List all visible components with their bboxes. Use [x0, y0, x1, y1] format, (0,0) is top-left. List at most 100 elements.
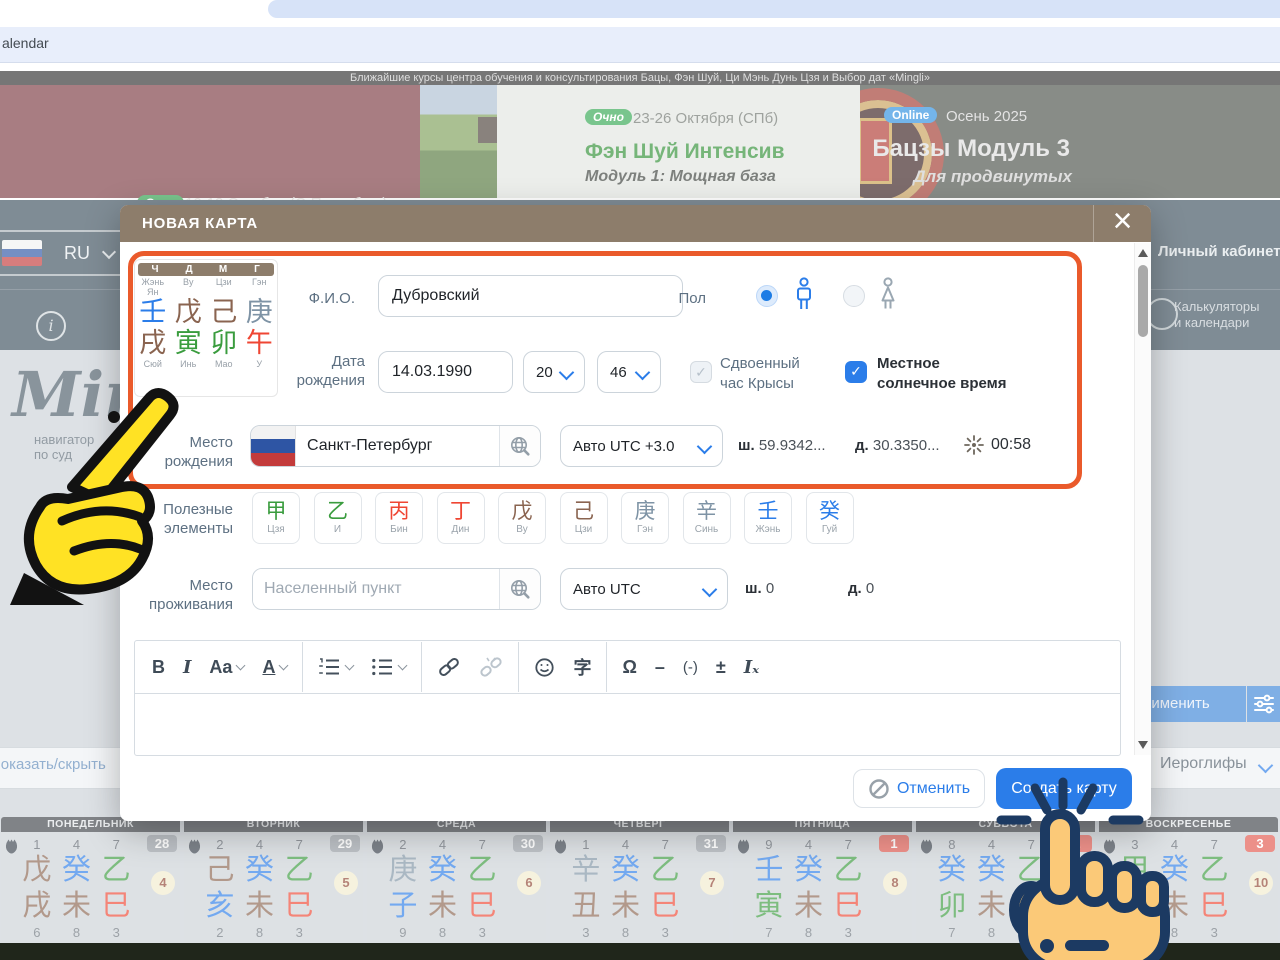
gender-male-radio[interactable] — [756, 285, 778, 307]
stem-name: Ву — [516, 524, 528, 536]
residence-city-input[interactable] — [253, 569, 499, 609]
toolbar-separator — [421, 642, 422, 692]
birth-city-input[interactable] — [296, 426, 499, 466]
rat-hour-checkbox[interactable]: ✓ — [690, 361, 712, 383]
toolbar-glyph: (-) — [683, 659, 698, 676]
bazi-period-letter: Д — [172, 263, 206, 276]
globe-search-icon[interactable] — [499, 569, 540, 609]
birth-hour-select[interactable]: 20 — [523, 351, 585, 393]
close-icon[interactable]: × — [1093, 205, 1151, 242]
chevron-down-icon — [702, 581, 718, 597]
notes-editor[interactable]: BI Aa A 字 Ω– (-) ± Iₓ — [134, 640, 1121, 756]
stem-name: Синь — [695, 524, 719, 536]
cancel-icon — [868, 778, 890, 800]
birth-tz-select[interactable]: Авто UTC +3.0 — [560, 425, 723, 467]
stem-name: Бин — [390, 524, 408, 536]
stem-char: 甲 — [266, 500, 287, 524]
stem-name: Цзя — [267, 524, 284, 536]
scroll-thumb[interactable] — [1138, 265, 1148, 337]
toolbar-glyph: – — [655, 657, 665, 678]
useful-element-button[interactable]: 癸Гуй — [806, 492, 854, 544]
residence-field[interactable] — [252, 568, 541, 610]
gender-female-radio[interactable] — [843, 285, 865, 307]
editor-content[interactable] — [135, 694, 1120, 756]
chevron-down-icon — [345, 660, 355, 670]
useful-element-button[interactable]: 己Цзи — [560, 492, 608, 544]
chevron-down-icon — [559, 364, 575, 380]
scroll-down-arrow[interactable] — [1138, 741, 1148, 749]
editor-bullet-list-button[interactable] — [362, 650, 415, 684]
branch-char: 戌 — [135, 328, 171, 359]
gender-label: Пол — [660, 289, 706, 308]
useful-element-button[interactable]: 戊Ву — [498, 492, 546, 544]
modal-header: НОВАЯ КАРТА × — [120, 205, 1151, 242]
solar-time-checkbox[interactable]: ✓ — [845, 361, 867, 383]
stem-char: 壬 — [135, 297, 171, 328]
editor-unlink-button[interactable] — [470, 650, 512, 684]
toolbar-separator — [606, 642, 607, 692]
editor-clear-format-button[interactable]: Iₓ — [735, 650, 768, 684]
bazi-pillar: Ву戊寅Инь — [171, 277, 207, 379]
useful-element-button[interactable]: 甲Цзя — [252, 492, 300, 544]
stem-char: 丁 — [450, 500, 471, 524]
fio-label: Ф.И.О. — [260, 289, 355, 308]
stem-name: Гэн — [637, 524, 653, 536]
bazi-period-headers: ЧДМГ — [138, 263, 274, 276]
editor-font-size-button[interactable]: Aa — [200, 650, 253, 684]
toolbar-glyph: A — [262, 657, 275, 678]
branch-name-label: Мао — [206, 359, 242, 379]
toolbar-glyph: 字 — [573, 654, 591, 680]
bazi-pillars: ЖэньЯн壬戌СюйВу戊寅ИньЦзи己卯МаоГэн庚午У — [135, 277, 277, 379]
editor-dash-button[interactable]: – — [646, 650, 674, 684]
stem-char: 己 — [573, 500, 594, 524]
male-icon — [792, 277, 816, 313]
toolbar-glyph: ± — [716, 657, 726, 678]
click-hand-graphic — [935, 768, 1205, 960]
editor-italic-button[interactable]: I — [174, 650, 200, 684]
editor-cjk-insert-button[interactable]: 字 — [564, 650, 600, 684]
toolbar-glyph: Ω — [622, 657, 636, 678]
toolbar-glyph: I — [183, 657, 191, 678]
useful-element-button[interactable]: 辛Синь — [683, 492, 731, 544]
stem-char: 丙 — [389, 500, 410, 524]
birth-date-input[interactable] — [379, 352, 512, 392]
chevron-down-icon — [236, 660, 246, 670]
useful-element-button[interactable]: 乙И — [314, 492, 362, 544]
chevron-down-icon — [279, 660, 289, 670]
fio-field[interactable] — [378, 275, 683, 317]
residence-tz-select[interactable]: Авто UTC — [560, 568, 728, 610]
birth-place-field[interactable] — [250, 425, 541, 467]
fio-input[interactable] — [379, 276, 682, 316]
editor-plus-minus-button[interactable]: ± — [707, 650, 735, 684]
screen: alendar Ближайшие курсы центра обучения … — [0, 0, 1280, 960]
stem-name-label: Ву — [171, 277, 207, 297]
bazi-pillar: Цзи己卯Мао — [206, 277, 242, 379]
scroll-up-arrow[interactable] — [1138, 249, 1148, 257]
editor-paren-dash-button[interactable]: (-) — [674, 650, 707, 684]
new-chart-modal: НОВАЯ КАРТА × ЧДМГЖэньЯн壬戌СюйВу戊寅ИньЦзи己… — [120, 205, 1151, 821]
toolbar-glyph: B — [152, 657, 165, 678]
editor-ordered-list-button[interactable] — [309, 650, 362, 684]
toolbar-separator — [518, 642, 519, 692]
toolbar-glyph: Iₓ — [744, 657, 759, 678]
editor-bold-button[interactable]: B — [143, 650, 174, 684]
useful-element-button[interactable]: 壬Жэнь — [744, 492, 792, 544]
globe-search-icon[interactable] — [499, 426, 540, 466]
birth-minute-select[interactable]: 46 — [597, 351, 661, 393]
editor-emoji-button[interactable] — [525, 650, 564, 684]
useful-element-button[interactable]: 丁Дин — [437, 492, 485, 544]
birth-date-label: Датарождения — [270, 352, 365, 390]
ru-flag-icon — [251, 426, 296, 466]
stem-name: Гуй — [822, 524, 837, 536]
editor-special-char-button[interactable]: Ω — [613, 650, 645, 684]
toolbar-glyph: Aa — [209, 657, 232, 678]
stem-name: Дин — [452, 524, 470, 536]
stem-char: 戊 — [512, 500, 533, 524]
useful-element-button[interactable]: 庚Гэн — [621, 492, 669, 544]
solar-time-value: 00:58 — [963, 434, 1031, 456]
editor-font-color-button[interactable]: A — [253, 650, 296, 684]
editor-link-button[interactable] — [428, 650, 470, 684]
birth-date-field[interactable] — [378, 351, 513, 393]
useful-element-button[interactable]: 丙Бин — [375, 492, 423, 544]
modal-scrollbar[interactable] — [1134, 243, 1151, 755]
